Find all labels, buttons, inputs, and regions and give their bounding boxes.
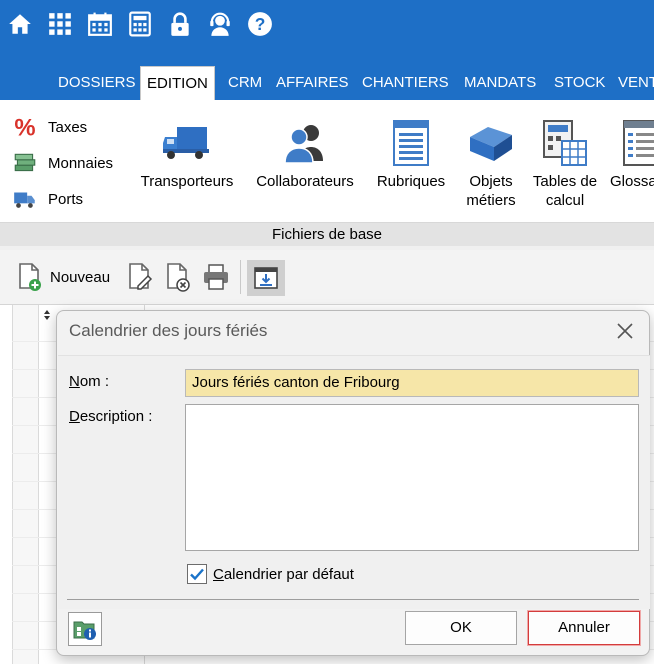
cancel-button[interactable]: Annuler xyxy=(527,610,641,646)
list-document-icon xyxy=(393,120,429,166)
lock-icon[interactable] xyxy=(166,10,194,38)
grid-row-header xyxy=(12,305,38,664)
edit-button[interactable] xyxy=(126,262,154,292)
ribbon-button-label: Objets xyxy=(469,173,513,190)
tab-vent[interactable]: VENT xyxy=(612,72,654,100)
ribbon-item-monnaies[interactable]: Monnaies xyxy=(12,148,113,178)
calendar-icon[interactable] xyxy=(86,10,114,38)
folder-info-icon xyxy=(73,621,96,640)
grid-line xyxy=(12,305,13,664)
ribbon-button-label: Tables de xyxy=(532,173,598,190)
description-label: Description : xyxy=(69,408,153,425)
help-icon[interactable]: ? xyxy=(246,10,274,38)
ribbon-button-objets-metiers[interactable]: Objets métiers xyxy=(458,114,524,210)
ribbon-button-transporteurs[interactable]: Transporteurs xyxy=(136,114,238,191)
ribbon-button-collaborateurs[interactable]: Collaborateurs xyxy=(252,114,358,191)
edit-document-icon xyxy=(129,263,153,290)
checkbox-label: Calendrier par défaut xyxy=(213,565,354,583)
new-document-icon xyxy=(19,263,41,291)
holiday-calendar-dialog: Calendrier des jours fériés Nom : Jours … xyxy=(56,310,650,656)
checkmark-icon xyxy=(190,568,204,581)
ok-button[interactable]: OK xyxy=(405,611,517,645)
tab-crm[interactable]: CRM xyxy=(222,72,268,100)
tab-affaires[interactable]: AFFAIRES xyxy=(270,72,355,100)
ribbon-item-label: Ports xyxy=(48,190,84,208)
name-label: Nom : xyxy=(69,373,110,390)
tab-stock[interactable]: STOCK xyxy=(548,72,611,100)
ribbon-item-label: Monnaies xyxy=(48,154,114,172)
ribbon-item-label: Taxes xyxy=(48,118,88,136)
download-window-icon xyxy=(254,267,278,289)
checkbox-box[interactable] xyxy=(187,564,207,584)
dialog-title: Calendrier des jours fériés xyxy=(69,321,268,340)
ribbon-button-label: Collaborateurs xyxy=(256,173,354,190)
toolbar-separator xyxy=(240,260,241,294)
sort-icon[interactable] xyxy=(42,309,52,321)
new-button-label: Nouveau xyxy=(50,268,111,286)
truck-icon xyxy=(163,127,209,159)
tab-dossiers[interactable]: DOSSIERS xyxy=(52,72,142,100)
tab-mandats[interactable]: MANDATS xyxy=(458,72,542,100)
svg-text:%: % xyxy=(14,115,35,140)
default-calendar-checkbox[interactable]: Calendrier par défaut xyxy=(187,564,354,584)
ribbon-button-label: calcul xyxy=(545,192,585,209)
glossary-icon xyxy=(623,120,654,166)
print-button[interactable] xyxy=(202,262,230,292)
box-icon xyxy=(470,127,512,161)
quick-access-bar: ? xyxy=(0,0,654,62)
money-stack-icon xyxy=(12,150,38,176)
svg-text:?: ? xyxy=(255,14,266,34)
ribbon-button-label: Rubriques xyxy=(376,173,446,190)
calculator-icon[interactable] xyxy=(126,10,154,38)
delete-button[interactable] xyxy=(164,262,192,292)
ribbon-item-ports[interactable]: Ports xyxy=(12,184,83,214)
ribbon-edition: % Taxes Monnaies Ports Transporteurs Col… xyxy=(0,100,654,246)
name-field[interactable]: Jours fériés canton de Fribourg xyxy=(185,369,639,397)
ribbon-button-tables-de-calcul[interactable]: Tables de calcul xyxy=(528,114,602,210)
ribbon-group-label: Fichiers de base xyxy=(0,222,654,246)
printer-icon xyxy=(204,264,228,290)
close-icon xyxy=(617,323,633,339)
port-truck-icon xyxy=(12,186,38,212)
support-agent-icon[interactable] xyxy=(206,10,234,38)
users-icon xyxy=(284,125,323,164)
calc-table-icon xyxy=(543,120,587,166)
ribbon-button-rubriques[interactable]: Rubriques xyxy=(372,114,450,191)
new-button[interactable]: Nouveau xyxy=(16,262,110,292)
description-textarea[interactable] xyxy=(185,404,639,551)
info-button[interactable] xyxy=(68,612,102,646)
ribbon-button-label: Transporteurs xyxy=(140,173,234,190)
delete-document-icon xyxy=(167,263,190,292)
ribbon-button-label: métiers xyxy=(466,192,516,209)
toolbar: Nouveau xyxy=(0,246,654,304)
ribbon-item-taxes[interactable]: % Taxes xyxy=(12,112,87,142)
tab-edition[interactable]: EDITION xyxy=(140,66,215,100)
grid-apps-icon[interactable] xyxy=(46,10,74,38)
grid-line xyxy=(38,305,39,664)
menu-tabs-bar: DOSSIERS EDITION CRM AFFAIRES CHANTIERS … xyxy=(0,62,654,100)
tab-chantiers[interactable]: CHANTIERS xyxy=(356,72,455,100)
close-button[interactable] xyxy=(613,319,637,343)
home-icon[interactable] xyxy=(6,10,34,38)
ribbon-button-label: Glossa xyxy=(610,173,654,190)
import-button[interactable] xyxy=(247,260,285,296)
dialog-separator xyxy=(67,599,639,600)
app-window: ? DOSSIERS EDITION CRM AFFAIRES CHANTIER… xyxy=(0,0,654,664)
percent-icon: % xyxy=(12,114,38,140)
ribbon-button-glossaire[interactable]: Glossa xyxy=(606,114,654,191)
